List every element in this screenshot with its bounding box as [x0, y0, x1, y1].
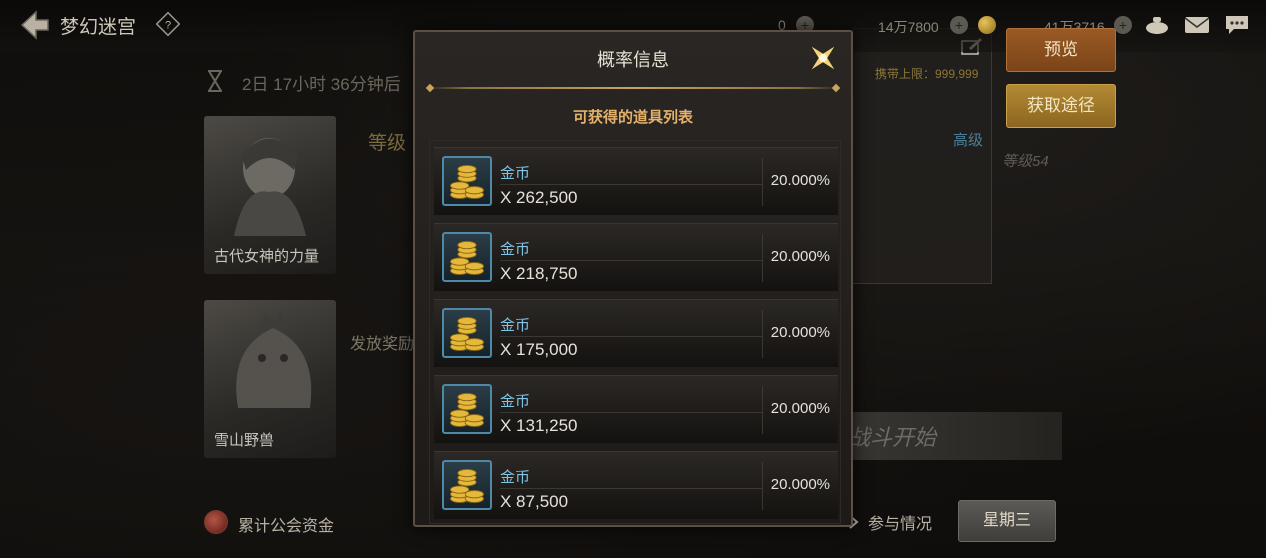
back-arrow-icon[interactable] — [16, 8, 52, 42]
participation-link[interactable]: 参与情况 — [868, 510, 932, 534]
svg-text:?: ? — [165, 20, 171, 32]
timer-text: 2日 17小时 36分钟后 — [242, 75, 401, 94]
reward-tag: 发放奖励 — [350, 336, 415, 353]
item-name: 金币 — [500, 165, 531, 182]
page-title: 梦幻迷宫 — [60, 17, 137, 38]
column-divider — [762, 158, 763, 206]
row-divider — [500, 260, 762, 261]
weekday-button[interactable]: 星期三 — [958, 500, 1056, 542]
guild-funds-icon — [204, 510, 228, 534]
add-resource-3-button[interactable]: + — [1114, 16, 1132, 34]
gold-coin-icon — [978, 16, 996, 34]
right-info-panel: 携带上限：999,999 高级 — [852, 28, 992, 284]
close-icon[interactable] — [805, 40, 841, 76]
carry-limit-text: 携带上限：999,999 — [875, 67, 979, 81]
pot-icon[interactable] — [1144, 14, 1170, 36]
item-name: 金币 — [500, 317, 531, 334]
hourglass-icon — [208, 70, 222, 92]
card-label-goddess: 古代女神的力量 — [214, 248, 320, 265]
list-item: 金币 X 175,000 20.000% — [434, 299, 838, 367]
guild-funds-label: 累计公会资金 — [238, 518, 335, 535]
item-quantity: X 87,500 — [500, 492, 569, 511]
chat-icon[interactable] — [1224, 14, 1250, 36]
probability-modal: 概率信息 可获得的道具列表 金币 X 262,500 20.000% 金币 X … — [413, 30, 853, 527]
row-divider — [500, 412, 762, 413]
column-divider — [762, 310, 763, 358]
modal-title: 概率信息 — [597, 50, 669, 70]
goddess-portrait — [234, 138, 306, 236]
dungeon-card-goddess[interactable]: 古代女神的力量 — [204, 116, 336, 274]
card-label-beast: 雪山野兽 — [214, 432, 275, 449]
get-route-button[interactable]: 获取途径 — [1006, 84, 1116, 128]
beast-portrait — [236, 310, 312, 408]
gold-coins-icon[interactable] — [442, 460, 492, 510]
item-probability: 20.000% — [770, 400, 830, 417]
column-divider — [762, 234, 763, 282]
mail-icon[interactable] — [1184, 14, 1210, 36]
item-list[interactable]: 金币 X 262,500 20.000% 金币 X 218,750 20.000… — [429, 140, 841, 524]
title-divider — [427, 87, 839, 89]
item-name: 金币 — [500, 393, 531, 410]
item-probability: 20.000% — [770, 172, 830, 189]
gold-coins-icon[interactable] — [442, 384, 492, 434]
grade-text: 高级 — [953, 132, 984, 149]
item-name: 金币 — [500, 469, 531, 486]
item-quantity: X 175,000 — [500, 340, 578, 359]
column-divider — [762, 462, 763, 510]
add-resource-2-button[interactable]: + — [950, 16, 968, 34]
level-text: 等级54 — [1002, 153, 1049, 170]
level-tag: 等级 — [368, 133, 407, 154]
list-item: 金币 X 87,500 20.000% — [434, 451, 838, 519]
dungeon-card-beast[interactable]: 雪山野兽 — [204, 300, 336, 458]
row-divider — [500, 488, 762, 489]
item-probability: 20.000% — [770, 324, 830, 341]
resource-value-2: 14万7800 — [878, 19, 939, 35]
preview-button[interactable]: 预览 — [1006, 28, 1116, 72]
item-list-subtitle: 可获得的道具列表 — [572, 109, 693, 126]
list-item: 金币 X 262,500 20.000% — [434, 147, 838, 215]
column-divider — [762, 386, 763, 434]
item-quantity: X 131,250 — [500, 416, 578, 435]
item-quantity: X 262,500 — [500, 188, 578, 207]
gold-coins-icon[interactable] — [442, 232, 492, 282]
item-name: 金币 — [500, 241, 531, 258]
item-probability: 20.000% — [770, 476, 830, 493]
row-divider — [500, 184, 762, 185]
help-icon[interactable]: ? — [156, 12, 180, 36]
item-probability: 20.000% — [770, 248, 830, 265]
item-quantity: X 218,750 — [500, 264, 578, 283]
list-item: 金币 X 218,750 20.000% — [434, 223, 838, 291]
list-item: 金币 X 131,250 20.000% — [434, 375, 838, 443]
battle-start-banner[interactable]: 战斗开始 — [830, 412, 1062, 460]
row-divider — [500, 336, 762, 337]
gold-coins-icon[interactable] — [442, 156, 492, 206]
gold-coins-icon[interactable] — [442, 308, 492, 358]
